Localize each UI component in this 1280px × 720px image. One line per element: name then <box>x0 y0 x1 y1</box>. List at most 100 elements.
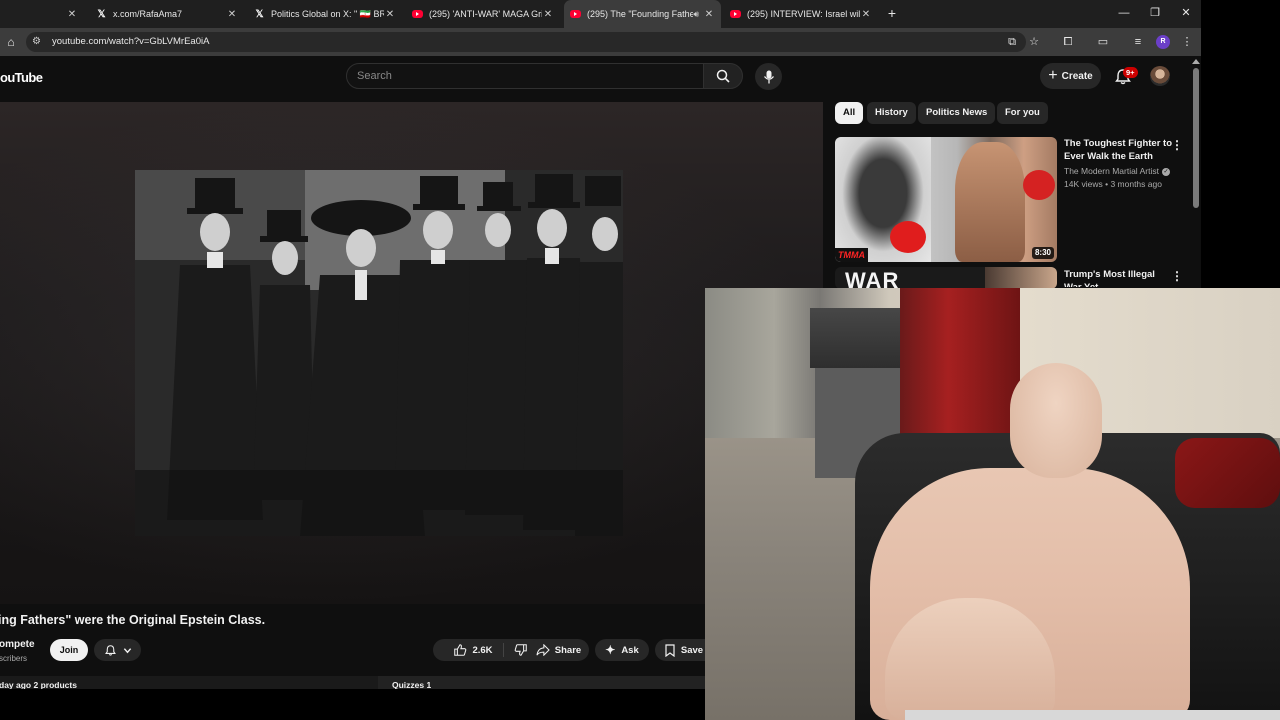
webcam-pillow <box>1175 438 1280 508</box>
tab-title: x.com/RafaAma7 <box>113 9 183 19</box>
browser-toolbar: ⌂ ⚙ youtube.com/watch?v=GbLVMrEa0iA ⧉ ☆ … <box>0 28 1201 56</box>
sparkle-icon: ✦ <box>605 643 616 657</box>
close-tab-icon[interactable]: ✕ <box>226 9 238 20</box>
ask-label: Ask <box>621 644 639 656</box>
tab-strip: ✕ 𝕏 x.com/RafaAma7 ✕ 𝕏 Politics Global o… <box>0 0 1201 28</box>
webcam-bottom-edge <box>905 710 1280 720</box>
historical-photo-image <box>135 170 623 536</box>
youtube-icon <box>570 10 581 18</box>
tab-title: (295) The "Founding Fathe <box>587 9 694 19</box>
voice-search-button[interactable] <box>755 63 782 90</box>
home-icon[interactable]: ⌂ <box>3 34 19 50</box>
media-controls-icon[interactable]: ≡ <box>1130 34 1146 50</box>
search-input[interactable] <box>357 64 657 88</box>
x-icon: 𝕏 <box>97 8 106 20</box>
chip-politics-news[interactable]: Politics News <box>918 102 996 124</box>
search-button[interactable] <box>703 63 743 89</box>
video-frame-image <box>135 170 623 536</box>
close-tab-icon[interactable]: ✕ <box>703 9 715 20</box>
chip-all[interactable]: All <box>835 102 864 124</box>
x-icon: 𝕏 <box>255 8 264 20</box>
boxing-glove-image <box>890 221 926 253</box>
url-text[interactable]: youtube.com/watch?v=GbLVMrEa0iA <box>52 32 209 52</box>
scrollbar-thumb[interactable] <box>1193 68 1199 208</box>
search-icon <box>716 69 730 83</box>
ask-button[interactable]: ✦ Ask <box>595 639 649 661</box>
like-button[interactable]: 2.6K <box>453 643 504 657</box>
more-actions-icon[interactable]: ⋮ <box>1171 268 1183 284</box>
like-count: 2.6K <box>472 644 493 656</box>
channel-name-text: The Modern Martial Artist <box>1064 166 1159 176</box>
browser-tab[interactable]: ✕ <box>0 0 84 28</box>
chevron-down-icon <box>123 647 131 653</box>
close-window-icon[interactable]: ✕ <box>1175 4 1197 22</box>
scroll-up-arrow-icon[interactable] <box>1192 59 1200 64</box>
webcam-curtain <box>900 288 1020 438</box>
close-tab-icon[interactable]: ✕ <box>384 9 396 20</box>
boxing-glove-image <box>1023 170 1055 200</box>
screen: ✕ 𝕏 x.com/RafaAma7 ✕ 𝕏 Politics Global o… <box>0 0 1280 720</box>
subscriber-count: scribers <box>0 654 28 663</box>
thumbs-down-icon <box>514 644 527 656</box>
profile-avatar[interactable]: R <box>1156 35 1170 49</box>
close-tab-icon[interactable]: ✕ <box>66 9 78 20</box>
verified-check-icon: ✓ <box>1161 167 1170 176</box>
recommendation-title[interactable]: Trump's Most Illegal War Yet <box>1064 269 1174 287</box>
speaker-icon[interactable]: 🔊︎ <box>693 9 699 20</box>
browser-tab[interactable]: 𝕏 x.com/RafaAma7 ✕ <box>90 0 244 28</box>
address-bar[interactable]: ⚙ youtube.com/watch?v=GbLVMrEa0iA <box>26 32 1026 52</box>
bookmark-icon <box>665 643 675 657</box>
chip-history[interactable]: History <box>867 102 916 124</box>
close-tab-icon[interactable]: ✕ <box>542 9 554 20</box>
dislike-button[interactable] <box>504 643 528 657</box>
browser-menu-icon[interactable]: ⋮ <box>1179 34 1195 50</box>
browser-tab-active[interactable]: (295) The "Founding Fathe 🔊︎ ✕ <box>564 0 721 28</box>
recommendation-thumbnail[interactable]: TMMA 8:30 <box>835 137 1057 262</box>
youtube-icon <box>730 10 741 18</box>
save-label: Save <box>680 644 704 656</box>
notification-count-badge: 9+ <box>1123 67 1138 78</box>
create-button[interactable]: + Create <box>1040 63 1101 89</box>
browser-tab[interactable]: (295) 'ANTI-WAR' MAGA Grifte ✕ <box>406 0 560 28</box>
duration-badge: 8:30 <box>1031 247 1054 259</box>
video-title: ing Fathers" were the Original Epstein C… <box>0 613 266 627</box>
recommendation-thumbnail[interactable]: WAR <box>835 267 1057 289</box>
close-tab-icon[interactable]: ✕ <box>860 9 872 20</box>
microphone-icon <box>763 70 774 83</box>
channel-logo-badge: TMMA <box>835 248 868 262</box>
recommendation-channel[interactable]: The Modern Martial Artist ✓ <box>1064 166 1170 176</box>
recommendation-title[interactable]: The Toughest Fighter to Ever Walk the Ea… <box>1064 138 1174 163</box>
bell-icon <box>104 644 116 656</box>
more-actions-icon[interactable]: ⋮ <box>1171 137 1183 153</box>
join-button[interactable]: Join <box>50 639 88 661</box>
channel-name[interactable]: ompete <box>0 639 35 650</box>
chip-for-you[interactable]: For you <box>997 102 1048 124</box>
extensions-icon[interactable]: ⧠ <box>1060 34 1076 50</box>
tab-title: (295) INTERVIEW: Israel will ach <box>747 9 860 19</box>
account-avatar[interactable] <box>1150 66 1170 86</box>
webcam-overlay-image <box>705 288 1280 720</box>
plus-icon: + <box>1048 67 1058 84</box>
bookmark-star-icon[interactable]: ☆ <box>1026 34 1042 50</box>
restore-icon[interactable]: ❐ <box>1144 4 1166 22</box>
subscription-notify-button[interactable] <box>94 639 141 661</box>
share-icon <box>536 644 550 656</box>
webcam-shelf <box>810 308 900 368</box>
thumbs-up-icon <box>454 644 467 656</box>
tab-title: (295) 'ANTI-WAR' MAGA Grifte <box>429 9 542 19</box>
thumbnail-fighter-image <box>955 142 1025 262</box>
minimize-icon[interactable]: — <box>1113 4 1135 22</box>
thumbnail-text: WAR <box>845 268 900 290</box>
youtube-header: ouTube + Create <box>0 56 1190 102</box>
install-app-icon[interactable]: ⧉ <box>1004 34 1020 50</box>
site-info-icon[interactable]: ⚙ <box>32 34 41 50</box>
youtube-logo[interactable]: ouTube <box>0 70 43 85</box>
browser-tab[interactable]: 𝕏 Politics Global on X: " 🇮🇷 BRE ✕ <box>248 0 402 28</box>
video-player[interactable] <box>0 102 823 604</box>
search-box[interactable] <box>346 63 704 89</box>
new-tab-icon[interactable]: + <box>884 5 900 21</box>
browser-tab[interactable]: (295) INTERVIEW: Israel will ach ✕ <box>724 0 878 28</box>
split-view-icon[interactable]: ▭ <box>1095 34 1111 50</box>
thumbnail-image <box>985 267 1057 289</box>
share-button[interactable]: Share <box>528 639 589 661</box>
